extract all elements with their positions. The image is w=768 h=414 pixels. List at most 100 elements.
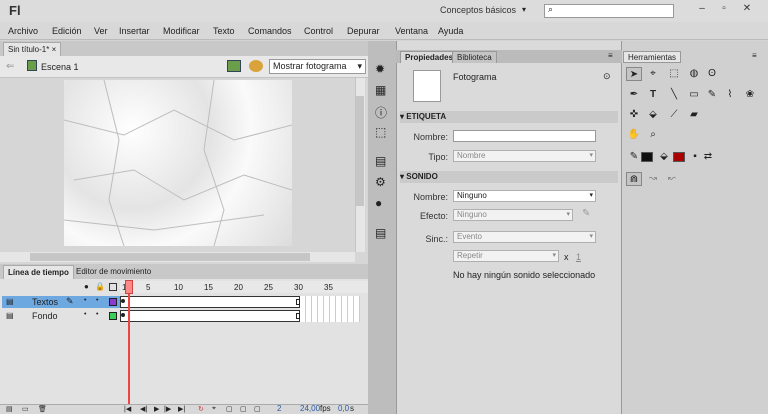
subselection-tool-icon[interactable]: ⌖ — [645, 67, 661, 81]
new-folder-icon[interactable]: ▭ — [22, 405, 29, 413]
frame-rate[interactable]: 24,00 — [300, 404, 320, 413]
menu-insertar[interactable]: Insertar — [119, 26, 150, 36]
straighten-icon[interactable]: ↜ — [664, 172, 680, 186]
restore-icon[interactable]: ▫ — [717, 2, 731, 16]
lock-dot[interactable]: • — [96, 311, 98, 318]
edit-symbol-icon[interactable] — [249, 60, 263, 72]
document-tab[interactable]: Sin título-1* × — [3, 42, 62, 56]
hand-tool-icon[interactable]: ✋ — [626, 128, 642, 142]
back-arrow-icon[interactable]: ⇐ — [6, 61, 14, 72]
repeat-select[interactable]: Repetir ▾ — [453, 250, 559, 262]
zoom-select[interactable]: Mostrar fotograma ▾ — [269, 59, 366, 74]
transform-icon[interactable]: ⬚ — [375, 125, 386, 139]
brush-tool-icon[interactable]: ⌇ — [722, 88, 738, 102]
stroke-color-swatch[interactable] — [641, 152, 653, 162]
paint-bucket-icon[interactable]: ⬙ — [645, 108, 661, 122]
workspace-switcher[interactable]: Conceptos básicos — [440, 5, 516, 15]
palette-icon[interactable]: ✹ — [375, 62, 385, 76]
empty-frames[interactable] — [300, 296, 360, 322]
prev-frame-icon[interactable]: ◀| — [140, 405, 147, 413]
smooth-icon[interactable]: ↝ — [645, 172, 661, 186]
menu-ayuda[interactable]: Ayuda — [438, 26, 463, 36]
repeat-count[interactable]: 1 — [576, 252, 581, 262]
frame-span-fondo[interactable] — [120, 310, 300, 322]
current-frame[interactable]: 2 — [277, 404, 281, 413]
align-icon[interactable]: ▦ — [375, 83, 386, 97]
trash-icon[interactable]: 🗑 — [38, 405, 47, 413]
menu-comandos[interactable]: Comandos — [248, 26, 292, 36]
tools-tab[interactable]: Herramientas — [623, 51, 682, 63]
label-type-select[interactable]: Nombre ▾ — [453, 150, 596, 162]
pen-tool-icon[interactable]: ✒ — [626, 88, 642, 102]
menu-archivo[interactable]: Archivo — [8, 26, 38, 36]
sound-name-select[interactable]: Ninguno ▾ — [453, 190, 596, 202]
new-layer-icon[interactable]: ▤ — [6, 405, 13, 413]
menu-ventana[interactable]: Ventana — [395, 26, 428, 36]
close-icon[interactable]: ✕ — [740, 2, 754, 16]
keyframe-icon[interactable] — [121, 299, 125, 303]
layer-color-swatch[interactable] — [109, 298, 117, 306]
motion-presets-icon[interactable]: ● — [375, 196, 382, 210]
zoom-tool-icon[interactable]: ⌕ — [645, 128, 661, 142]
first-frame-icon[interactable]: |◀ — [124, 405, 131, 413]
rectangle-tool-icon[interactable]: ▭ — [686, 88, 702, 102]
info-icon[interactable]: ⓘ — [375, 104, 387, 121]
pencil-tool-icon[interactable]: ✎ — [704, 88, 720, 102]
layer-row[interactable]: ▤ Textos ✎ • • — [2, 296, 120, 308]
edit-multiple-frames-icon[interactable]: ▢ — [254, 405, 261, 413]
tab-propiedades[interactable]: Propiedades — [400, 51, 459, 63]
text-tool-icon[interactable]: T — [645, 88, 661, 102]
lock-icon[interactable]: 🔒 — [95, 282, 105, 291]
components-icon[interactable]: ⚙ — [375, 175, 386, 189]
lock-dot[interactable]: • — [96, 297, 98, 304]
section-etiqueta[interactable]: ▾ ETIQUETA — [400, 111, 618, 123]
snap-to-objects-icon[interactable]: ⋒ — [626, 172, 642, 186]
close-icon[interactable]: × — [52, 45, 57, 54]
panel-menu-icon[interactable]: ≡ — [752, 51, 757, 60]
help-icon[interactable]: ⊙ — [603, 71, 611, 82]
edit-pencil-icon[interactable]: ✎ — [582, 208, 590, 219]
last-frame-icon[interactable]: ▶| — [178, 405, 185, 413]
tab-motion-editor[interactable]: Editor de movimiento — [72, 265, 155, 279]
eye-icon[interactable]: ● — [84, 282, 89, 291]
code-snippets-icon[interactable]: ▤ — [375, 154, 386, 168]
layer-row[interactable]: ▤ Fondo • • — [2, 310, 120, 322]
chevron-down-icon[interactable]: ▾ — [522, 5, 526, 14]
tab-biblioteca[interactable]: Biblioteca — [452, 51, 497, 63]
vertical-scroll-thumb[interactable] — [356, 96, 364, 206]
fill-color-swatch[interactable] — [673, 152, 685, 162]
line-tool-icon[interactable]: ╲ — [666, 88, 682, 102]
center-frame-icon[interactable]: ⌖ — [212, 405, 216, 413]
onion-outline-icon[interactable]: ▢ — [240, 405, 247, 413]
playhead-line[interactable] — [128, 281, 130, 406]
3d-rotation-icon[interactable]: ◍ — [686, 67, 702, 81]
layer-color-swatch[interactable] — [109, 312, 117, 320]
deco-tool-icon[interactable]: ❀ — [742, 88, 758, 102]
horizontal-scroll-thumb[interactable] — [30, 253, 310, 261]
menu-depurar[interactable]: Depurar — [347, 26, 380, 36]
frame-name-input[interactable] — [453, 130, 596, 142]
panel-menu-icon[interactable]: ≡ — [608, 51, 613, 60]
visibility-dot[interactable]: • — [84, 311, 86, 318]
keyframe-icon[interactable] — [121, 313, 125, 317]
play-icon[interactable]: ▶ — [154, 405, 159, 413]
menu-texto[interactable]: Texto — [213, 26, 235, 36]
tab-timeline[interactable]: Línea de tiempo — [3, 265, 74, 279]
menu-ver[interactable]: Ver — [94, 26, 108, 36]
frame-span-textos[interactable] — [120, 296, 300, 308]
free-transform-icon[interactable]: ⬚ — [666, 67, 682, 81]
visibility-dot[interactable]: • — [84, 297, 86, 304]
outline-icon[interactable] — [109, 283, 117, 291]
search-input[interactable] — [544, 4, 674, 18]
lasso-icon[interactable]: ʘ — [704, 67, 720, 81]
loop-icon[interactable]: ↻ — [198, 405, 204, 413]
onion-skin-icon[interactable]: ▢ — [226, 405, 233, 413]
section-sonido[interactable]: ▾ SONIDO — [400, 171, 618, 183]
effect-select[interactable]: Ninguno ▾ — [453, 209, 573, 221]
menu-control[interactable]: Control — [304, 26, 333, 36]
next-frame-icon[interactable]: |▶ — [164, 405, 171, 413]
minimize-icon[interactable]: – — [695, 2, 709, 16]
bone-tool-icon[interactable]: ✜ — [626, 108, 642, 122]
selection-tool-icon[interactable]: ➤ — [626, 67, 642, 81]
sync-select[interactable]: Evento ▾ — [453, 231, 596, 243]
